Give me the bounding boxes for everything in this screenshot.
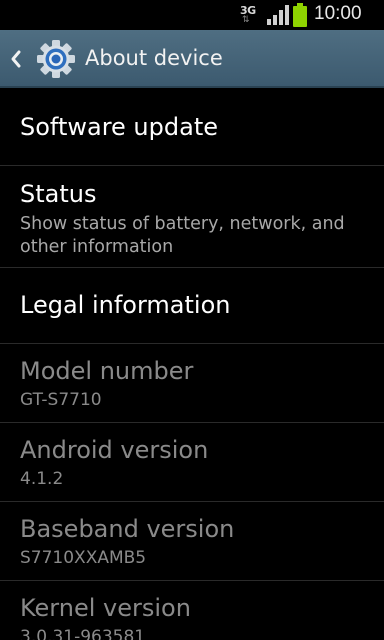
page-title: About device xyxy=(85,46,223,70)
network-activity-icon: ⇅ xyxy=(242,15,250,25)
settings-list: Software update Status Show status of ba… xyxy=(0,90,384,640)
status-item[interactable]: Status Show status of battery, network, … xyxy=(0,166,384,268)
legal-information-item[interactable]: Legal information xyxy=(0,268,384,344)
status-bar: 3G ⇅ 10:00 xyxy=(0,0,384,30)
item-title: Android version xyxy=(20,436,209,464)
item-summary: GT-S7710 xyxy=(20,390,102,410)
action-bar: About device xyxy=(0,30,384,88)
item-title: Kernel version xyxy=(20,594,191,622)
item-summary: 4.1.2 xyxy=(20,469,64,489)
item-title: Baseband version xyxy=(20,515,235,543)
software-update-item[interactable]: Software update xyxy=(0,90,384,166)
item-summary: Show status of battery, network, and oth… xyxy=(20,214,345,257)
signal-strength-icon xyxy=(266,5,290,25)
model-number-item: Model number GT-S7710 xyxy=(0,344,384,423)
baseband-version-item: Baseband version S7710XXAMB5 xyxy=(0,502,384,581)
status-clock: 10:00 xyxy=(314,3,362,24)
item-title: Model number xyxy=(20,357,194,385)
back-chevron-icon[interactable] xyxy=(8,48,24,70)
kernel-version-item: Kernel version 3.0.31-963581 xyxy=(0,581,384,640)
battery-icon xyxy=(292,3,308,27)
item-summary: 3.0.31-963581 xyxy=(20,627,146,640)
settings-gear-icon[interactable] xyxy=(36,39,76,79)
item-title: Status xyxy=(20,180,97,208)
network-3g-icon: 3G ⇅ xyxy=(240,3,258,27)
item-title: Legal information xyxy=(20,291,231,319)
android-version-item[interactable]: Android version 4.1.2 xyxy=(0,423,384,502)
item-summary: S7710XXAMB5 xyxy=(20,548,147,568)
item-title: Software update xyxy=(20,113,218,141)
